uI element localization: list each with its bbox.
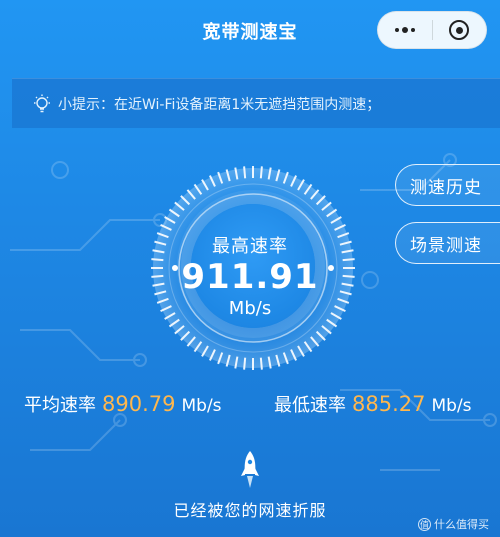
tip-bar: 小提示： 在近Wi-Fi设备距离1米无遮挡范围内测速；	[12, 78, 500, 128]
average-speed: 平均速率 890.79 Mb/s	[24, 391, 222, 417]
app-header: 宽带测速宝	[0, 0, 500, 64]
minimum-speed-unit: Mb/s	[431, 396, 472, 416]
target-close-icon	[449, 20, 470, 40]
rocket-icon	[241, 451, 259, 488]
scene-test-button[interactable]: 场景测速	[395, 222, 500, 264]
tip-label: 小提示：	[58, 96, 114, 113]
minimum-speed-value: 885.27	[352, 392, 426, 416]
average-speed-label: 平均速率	[24, 395, 96, 416]
watermark: 值 什么值得买	[418, 516, 489, 532]
max-speed-unit: Mb/s	[228, 298, 272, 319]
gauge-tick	[259, 166, 263, 179]
minimum-speed: 最低速率 885.27 Mb/s	[274, 391, 472, 417]
gauge-tick	[243, 166, 247, 179]
minimum-speed-label: 最低速率	[274, 395, 346, 416]
watermark-logo: 值	[418, 517, 431, 531]
average-speed-value: 890.79	[102, 392, 176, 416]
gauge-tick	[243, 357, 247, 370]
gauge-tick	[259, 357, 263, 370]
average-speed-unit: Mb/s	[181, 396, 222, 416]
tip-text: 在近Wi-Fi设备距离1米无遮挡范围内测速；	[114, 96, 381, 113]
close-button[interactable]	[432, 11, 486, 49]
watermark-text: 什么值得买	[434, 518, 489, 531]
max-speed-label: 最高速率	[212, 236, 288, 257]
more-dots-icon	[394, 27, 415, 33]
lightbulb-icon	[34, 94, 50, 112]
mini-program-capsule	[377, 11, 487, 49]
speed-history-button[interactable]: 测速历史	[395, 164, 500, 206]
more-button[interactable]	[378, 11, 432, 49]
max-speed-value: 911.91	[181, 257, 319, 297]
